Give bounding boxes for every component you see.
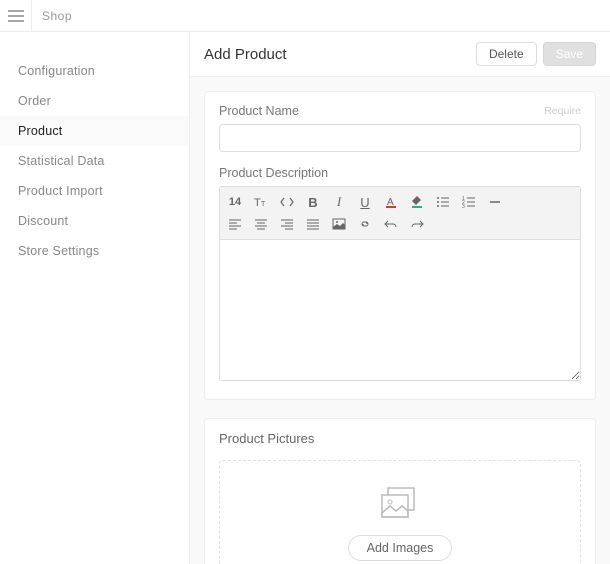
brand-label: Shop	[32, 9, 82, 23]
code-icon	[280, 195, 294, 209]
text-format-tool[interactable]: TT	[252, 193, 270, 211]
undo-tool[interactable]	[382, 215, 400, 233]
align-right-icon	[280, 217, 294, 231]
text-format-icon: TT	[254, 195, 268, 209]
align-justify-icon	[306, 217, 320, 231]
pictures-title: Product Pictures	[219, 431, 581, 446]
align-right-tool[interactable]	[278, 215, 296, 233]
product-details-card: Product Name Require Product Description…	[204, 91, 596, 400]
align-center-icon	[254, 217, 268, 231]
image-dropzone[interactable]: Add Images	[219, 460, 581, 564]
svg-text:T: T	[261, 201, 266, 208]
unordered-list-icon	[436, 195, 450, 209]
page-title: Add Product	[204, 46, 470, 63]
text-color-icon: A	[384, 195, 398, 209]
hamburger-icon	[8, 10, 24, 22]
italic-tool[interactable]: I	[330, 193, 348, 211]
product-name-label: Product Name	[219, 104, 544, 118]
align-justify-tool[interactable]	[304, 215, 322, 233]
hamburger-menu-button[interactable]	[0, 0, 32, 32]
svg-text:T: T	[254, 197, 261, 209]
product-name-input[interactable]	[219, 124, 581, 152]
ordered-list-tool[interactable]: 123	[460, 193, 478, 211]
link-icon	[358, 217, 372, 231]
align-left-tool[interactable]	[226, 215, 244, 233]
horizontal-rule-tool[interactable]	[486, 193, 504, 211]
product-description-label: Product Description	[219, 166, 581, 180]
text-color-tool[interactable]: A	[382, 193, 400, 211]
rich-text-editor: 14 TT B I U A	[219, 186, 581, 381]
code-tool[interactable]	[278, 193, 296, 211]
sidebar-item-order[interactable]: Order	[0, 86, 189, 116]
redo-tool[interactable]	[408, 215, 426, 233]
fill-color-tool[interactable]	[408, 193, 426, 211]
ordered-list-icon: 123	[462, 195, 476, 209]
editor-toolbar: 14 TT B I U A	[220, 187, 580, 240]
image-icon	[332, 217, 346, 231]
image-tool[interactable]	[330, 215, 348, 233]
link-tool[interactable]	[356, 215, 374, 233]
underline-tool[interactable]: U	[356, 193, 374, 211]
sidebar-item-store-settings[interactable]: Store Settings	[0, 236, 189, 266]
delete-button[interactable]: Delete	[476, 42, 537, 66]
sidebar-item-configuration[interactable]: Configuration	[0, 56, 189, 86]
save-button[interactable]: Save	[543, 42, 596, 66]
undo-icon	[384, 217, 398, 231]
align-center-tool[interactable]	[252, 215, 270, 233]
sidebar-item-statistical-data[interactable]: Statistical Data	[0, 146, 189, 176]
svg-text:3: 3	[462, 204, 465, 209]
sidebar-item-discount[interactable]: Discount	[0, 206, 189, 236]
align-left-icon	[228, 217, 242, 231]
font-size-tool[interactable]: 14	[226, 193, 244, 211]
add-images-button[interactable]: Add Images	[348, 535, 453, 561]
images-placeholder-icon	[380, 487, 420, 521]
required-hint: Require	[544, 105, 581, 117]
redo-icon	[410, 217, 424, 231]
unordered-list-tool[interactable]	[434, 193, 452, 211]
minus-icon	[488, 195, 502, 209]
sidebar: Configuration Order Product Statistical …	[0, 32, 190, 564]
product-pictures-card: Product Pictures Add Images	[204, 418, 596, 564]
bold-tool[interactable]: B	[304, 193, 322, 211]
fill-color-icon	[410, 195, 424, 209]
description-textarea[interactable]	[220, 240, 580, 380]
sidebar-item-product-import[interactable]: Product Import	[0, 176, 189, 206]
sidebar-item-product[interactable]: Product	[0, 116, 189, 146]
